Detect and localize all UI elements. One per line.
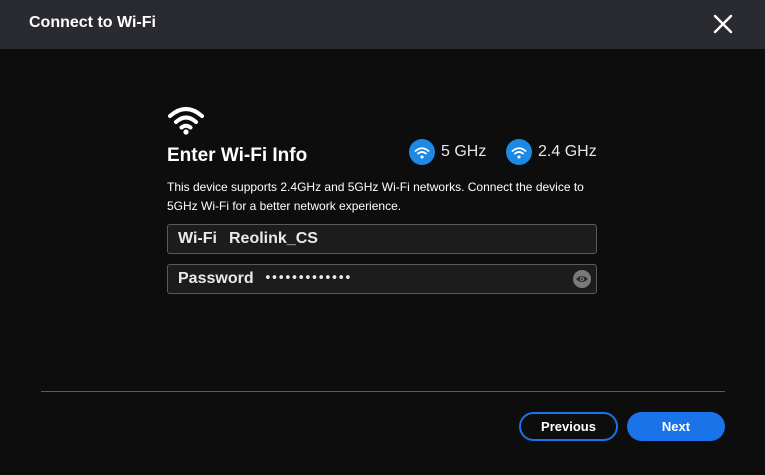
band-5ghz-label: 5 GHz xyxy=(441,143,487,160)
password-input[interactable]: ••••••••••••• xyxy=(264,271,564,286)
ssid-value[interactable]: Reolink_CS xyxy=(229,230,318,248)
band-5ghz: 5 GHz xyxy=(409,139,486,165)
section-heading: Enter Wi-Fi Info xyxy=(167,145,308,166)
ssid-label: Wi-Fi xyxy=(178,230,217,247)
dialog-content: Enter Wi-Fi Info 5 GHz 2.4 GHz This devi… xyxy=(0,49,765,475)
footer-divider xyxy=(41,391,725,392)
close-icon xyxy=(713,14,733,34)
description-text: This device supports 2.4GHz and 5GHz Wi-… xyxy=(167,180,584,213)
wifi-ssid-field[interactable]: Wi-Fi Reolink_CS xyxy=(167,224,597,254)
password-label: Password xyxy=(178,270,254,287)
title-bar: Connect to Wi-Fi xyxy=(0,0,765,49)
close-button[interactable] xyxy=(709,10,737,38)
wifi-5ghz-icon xyxy=(409,139,435,165)
wifi-2-4ghz-icon xyxy=(506,139,532,165)
band-2-4ghz-label: 2.4 GHz xyxy=(538,143,597,160)
next-button[interactable]: Next xyxy=(627,412,725,441)
wifi-icon xyxy=(168,107,204,135)
previous-button[interactable]: Previous xyxy=(519,412,618,441)
show-password-button[interactable] xyxy=(573,270,591,288)
band-2-4ghz: 2.4 GHz xyxy=(506,139,597,165)
eye-icon xyxy=(576,276,588,282)
password-field[interactable]: Password ••••••••••••• xyxy=(167,264,597,294)
dialog-title: Connect to Wi-Fi xyxy=(29,14,156,31)
